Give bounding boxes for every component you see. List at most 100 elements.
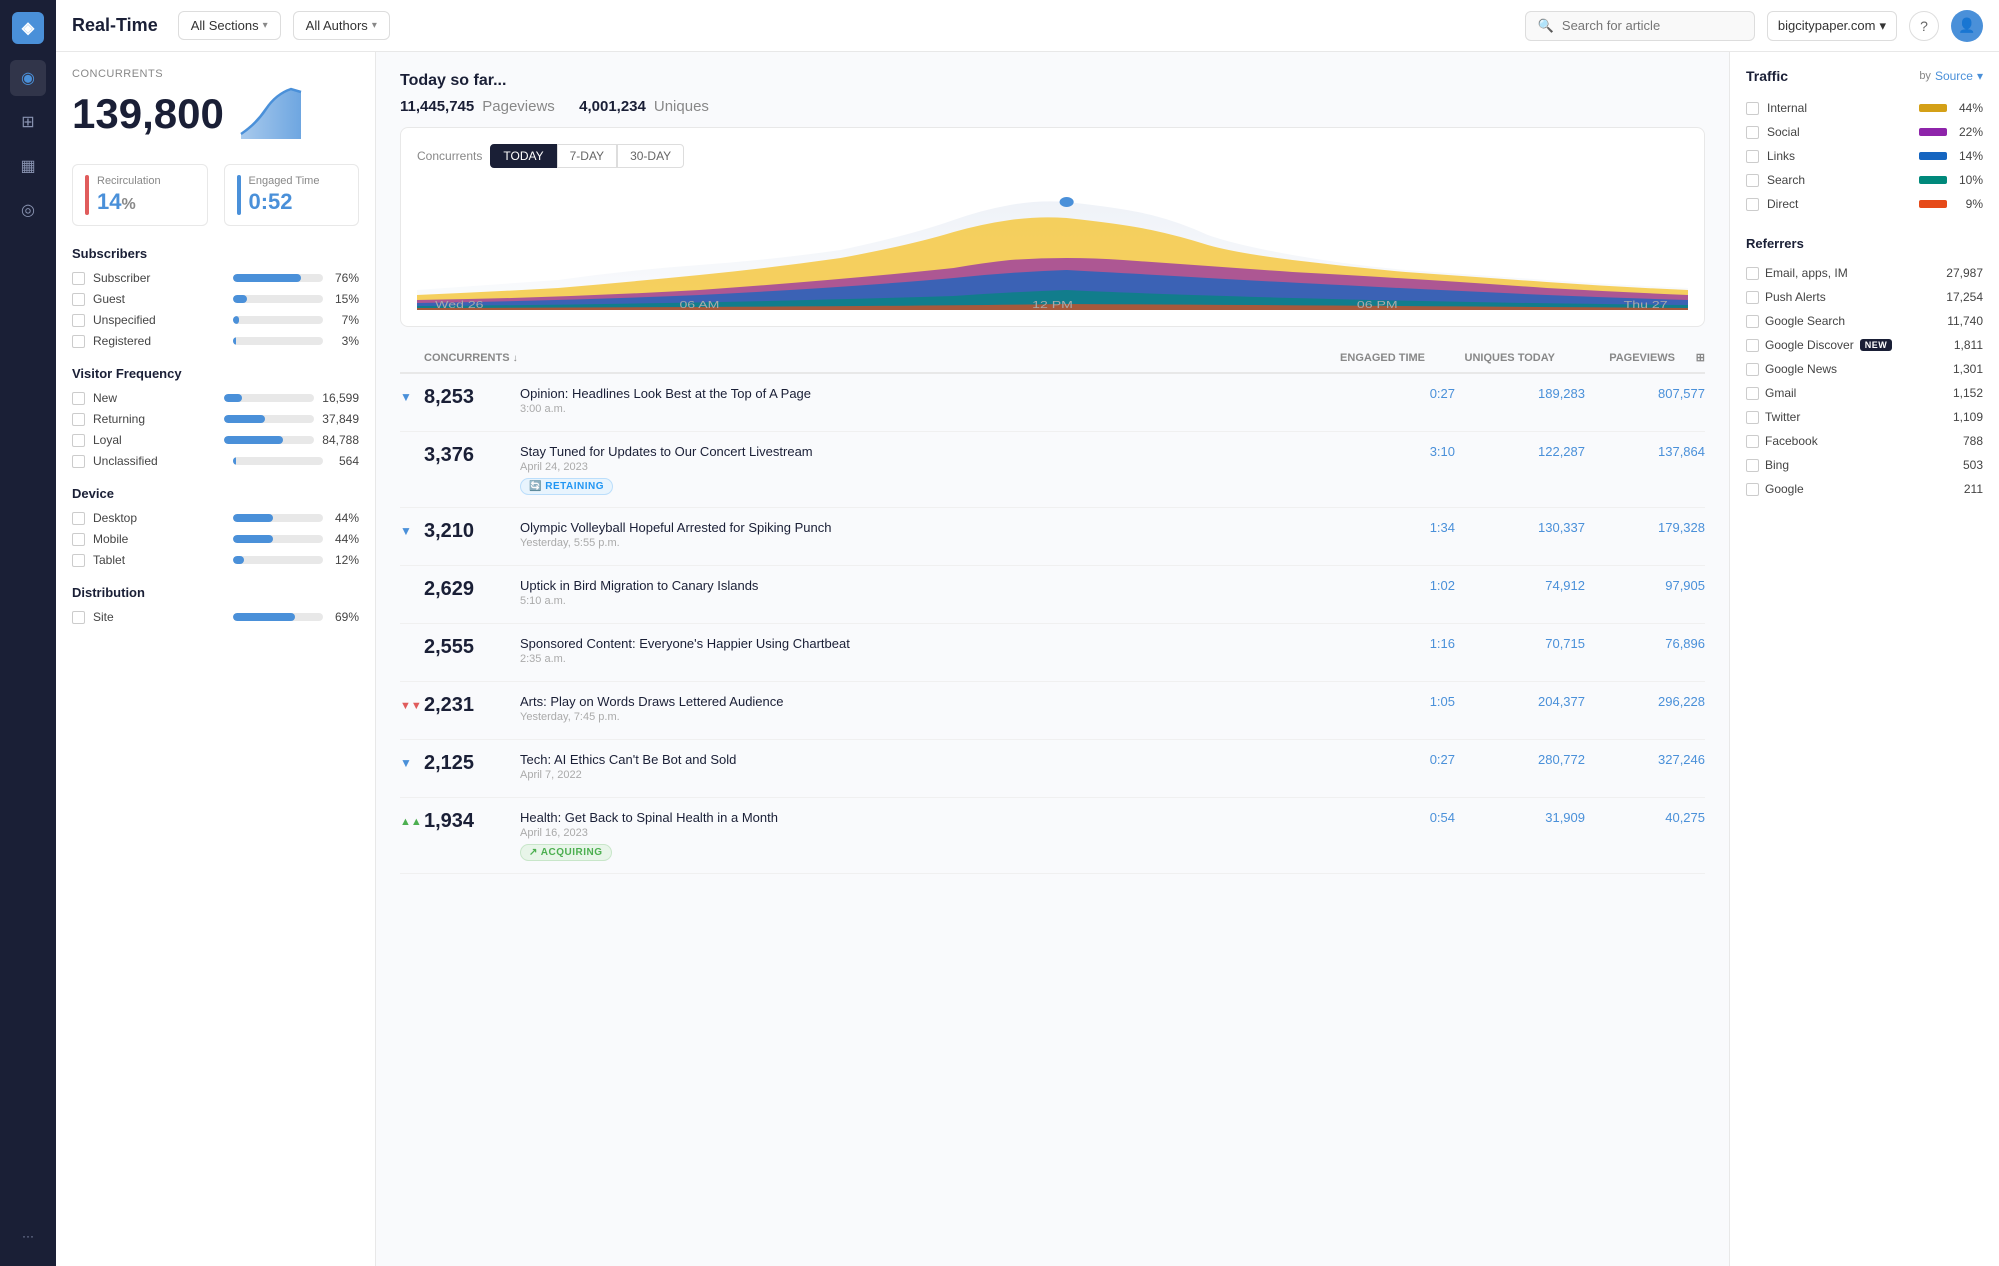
checkbox[interactable] <box>72 314 85 327</box>
list-item[interactable]: Google Search 11,740 <box>1746 309 1983 333</box>
article-title[interactable]: Arts: Play on Words Draws Lettered Audie… <box>520 694 1335 709</box>
list-item[interactable]: Facebook 788 <box>1746 429 1983 453</box>
domain-selector[interactable]: bigcitypaper.com ▾ <box>1767 11 1897 41</box>
engaged-time-value: 0:54 <box>1335 810 1455 825</box>
list-item[interactable]: Bing 503 <box>1746 453 1983 477</box>
article-date: April 24, 2023 <box>520 461 1335 473</box>
list-item[interactable]: Tablet 12% <box>72 553 359 567</box>
content-area: Concurrents 139,800 <box>56 52 1999 1266</box>
article-title[interactable]: Health: Get Back to Spinal Health in a M… <box>520 810 1335 825</box>
search-bar[interactable]: 🔍 <box>1525 11 1755 41</box>
tab-today[interactable]: TODAY <box>490 144 556 168</box>
list-item[interactable]: Search 10% <box>1746 168 1983 192</box>
list-item[interactable]: Registered 3% <box>72 334 359 348</box>
checkbox[interactable] <box>72 512 85 525</box>
checkbox[interactable] <box>72 434 85 447</box>
checkbox[interactable] <box>1746 198 1759 211</box>
tab-7day[interactable]: 7-DAY <box>557 144 617 168</box>
list-item[interactable]: Push Alerts 17,254 <box>1746 285 1983 309</box>
checkbox[interactable] <box>1746 315 1759 328</box>
tab-30day[interactable]: 30-DAY <box>617 144 684 168</box>
list-item[interactable]: Twitter 1,109 <box>1746 405 1983 429</box>
pageviews-value: 807,577 <box>1585 386 1705 401</box>
nav-target[interactable]: ◎ <box>10 192 46 228</box>
app-logo[interactable]: ◈ <box>12 12 44 44</box>
checkbox[interactable] <box>1746 459 1759 472</box>
list-item[interactable]: Google 211 <box>1746 477 1983 501</box>
checkbox[interactable] <box>1746 291 1759 304</box>
checkbox[interactable] <box>1746 174 1759 187</box>
help-button[interactable]: ? <box>1909 11 1939 41</box>
list-item[interactable]: Returning 37,849 <box>72 412 359 426</box>
nav-analytics[interactable]: ▦ <box>10 148 46 184</box>
list-item[interactable]: Unclassified 564 <box>72 454 359 468</box>
article-title[interactable]: Olympic Volleyball Hopeful Arrested for … <box>520 520 1335 535</box>
uniques-value: 74,912 <box>1455 578 1585 593</box>
all-sections-dropdown[interactable]: All Sections ▾ <box>178 11 281 40</box>
checkbox[interactable] <box>72 272 85 285</box>
checkbox[interactable] <box>1746 339 1759 352</box>
list-item[interactable]: Desktop 44% <box>72 511 359 525</box>
checkbox[interactable] <box>1746 150 1759 163</box>
new-badge: NEW <box>1860 339 1893 351</box>
list-item[interactable]: Direct 9% <box>1746 192 1983 216</box>
list-item[interactable]: Subscriber 76% <box>72 271 359 285</box>
col-header-concurrents[interactable]: Concurrents ↓ <box>424 352 544 364</box>
search-input[interactable] <box>1562 18 1742 33</box>
checkbox[interactable] <box>72 293 85 306</box>
checkbox[interactable] <box>72 335 85 348</box>
article-title[interactable]: Stay Tuned for Updates to Our Concert Li… <box>520 444 1335 459</box>
retaining-badge: 🔄 RETAINING <box>520 478 613 495</box>
traffic-label: Internal <box>1767 101 1911 115</box>
concurrent-count: 2,629 <box>424 578 520 601</box>
checkbox[interactable] <box>1746 387 1759 400</box>
referrers-section: Referrers Email, apps, IM 27,987 Push Al… <box>1746 236 1983 501</box>
nav-pulse[interactable]: ⊞ <box>10 104 46 140</box>
list-item[interactable]: Unspecified 7% <box>72 313 359 327</box>
list-item[interactable]: Social 22% <box>1746 120 1983 144</box>
checkbox[interactable] <box>72 611 85 624</box>
article-title[interactable]: Tech: AI Ethics Can't Be Bot and Sold <box>520 752 1335 767</box>
list-item[interactable]: Links 14% <box>1746 144 1983 168</box>
today-stats: 11,445,745 Pageviews 4,001,234 Uniques <box>400 98 1705 115</box>
checkbox[interactable] <box>1746 126 1759 139</box>
checkbox[interactable] <box>1746 363 1759 376</box>
list-item[interactable]: Gmail 1,152 <box>1746 381 1983 405</box>
checkbox[interactable] <box>1746 435 1759 448</box>
checkbox[interactable] <box>72 392 85 405</box>
checkbox[interactable] <box>1746 267 1759 280</box>
list-item[interactable]: Site 69% <box>72 610 359 624</box>
article-title[interactable]: Uptick in Bird Migration to Canary Islan… <box>520 578 1335 593</box>
nav-realtime[interactable]: ◉ <box>10 60 46 96</box>
traffic-filter[interactable]: Source ▾ <box>1935 69 1983 83</box>
all-authors-dropdown[interactable]: All Authors ▾ <box>293 11 390 40</box>
list-item[interactable]: Internal 44% <box>1746 96 1983 120</box>
checkbox[interactable] <box>72 533 85 546</box>
checkbox[interactable] <box>72 455 85 468</box>
list-item[interactable]: Google Discover NEW 1,811 <box>1746 333 1983 357</box>
checkbox[interactable] <box>1746 411 1759 424</box>
checkbox[interactable] <box>72 413 85 426</box>
recirculation-label: Recirculation <box>97 175 161 187</box>
engaged-time-value: 0:27 <box>1335 386 1455 401</box>
checkbox[interactable] <box>1746 102 1759 115</box>
checkbox[interactable] <box>72 554 85 567</box>
list-item[interactable]: Google News 1,301 <box>1746 357 1983 381</box>
referrer-count: 1,152 <box>1953 386 1983 400</box>
article-date: April 16, 2023 <box>520 827 1335 839</box>
nav-more[interactable]: ··· <box>10 1218 46 1254</box>
engaged-time-metric: Engaged Time 0:52 <box>224 164 360 226</box>
uniques-count: 4,001,234 <box>579 98 646 115</box>
list-item[interactable]: Loyal 84,788 <box>72 433 359 447</box>
svg-text:Wed 26: Wed 26 <box>435 299 484 310</box>
list-item[interactable]: Email, apps, IM 27,987 <box>1746 261 1983 285</box>
list-item[interactable]: New 16,599 <box>72 391 359 405</box>
engaged-time-value: 0:52 <box>249 189 320 215</box>
user-avatar[interactable]: 👤 <box>1951 10 1983 42</box>
checkbox[interactable] <box>1746 483 1759 496</box>
article-title[interactable]: Opinion: Headlines Look Best at the Top … <box>520 386 1335 401</box>
subscribers-list: Subscriber 76% Guest 15% <box>72 271 359 348</box>
list-item[interactable]: Mobile 44% <box>72 532 359 546</box>
article-title[interactable]: Sponsored Content: Everyone's Happier Us… <box>520 636 1335 651</box>
list-item[interactable]: Guest 15% <box>72 292 359 306</box>
